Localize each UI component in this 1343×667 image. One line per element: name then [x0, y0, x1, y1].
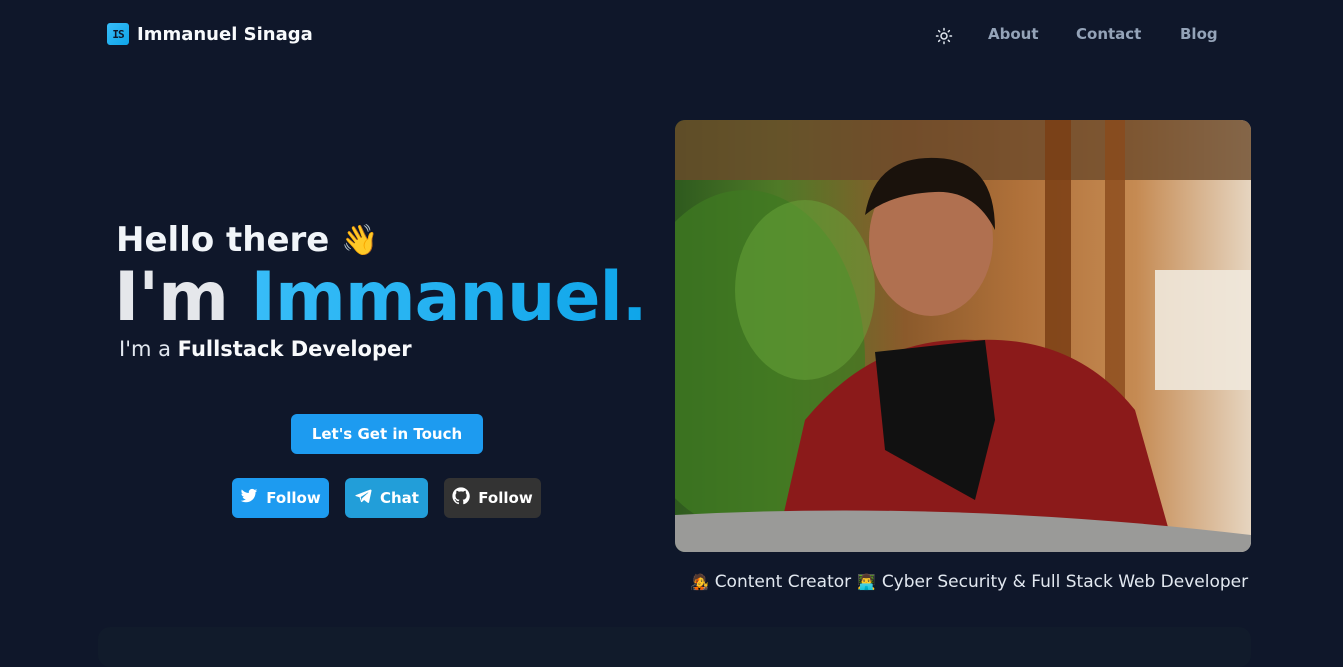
- twitter-follow-button[interactable]: Follow: [232, 478, 329, 518]
- brand-name: Immanuel Sinaga: [137, 23, 313, 45]
- telegram-icon: [354, 487, 372, 509]
- telegram-chat-button[interactable]: Chat: [345, 478, 428, 518]
- role-title: Fullstack Developer: [177, 337, 412, 361]
- caption-developer: Cyber Security & Full Stack Web Develope…: [881, 572, 1249, 592]
- role-line: I'm a Fullstack Developer: [119, 337, 412, 361]
- greeting-text: Hello there: [116, 220, 330, 260]
- github-follow-label: Follow: [478, 489, 533, 507]
- get-in-touch-button[interactable]: Let's Get in Touch: [291, 414, 483, 454]
- profile-photo: [675, 120, 1251, 552]
- github-follow-button[interactable]: Follow: [444, 478, 541, 518]
- navbar: IS Immanuel Sinaga About Contact Blog: [0, 0, 1343, 72]
- twitter-follow-label: Follow: [266, 489, 321, 507]
- github-icon: [452, 487, 471, 509]
- brand-logo-icon: IS: [107, 23, 129, 45]
- twitter-icon: [240, 487, 258, 509]
- nav-link-contact[interactable]: Contact: [1076, 25, 1141, 43]
- next-section-card: [98, 627, 1251, 667]
- profile-caption: 🧑‍🎤 Content Creator 👨‍💻 Cyber Security &…: [690, 572, 1248, 592]
- developer-icon: 👨‍💻: [857, 573, 876, 591]
- sun-icon[interactable]: [935, 27, 953, 45]
- telegram-chat-label: Chat: [380, 489, 419, 507]
- content-creator-icon: 🧑‍🎤: [690, 573, 709, 591]
- nav-link-about[interactable]: About: [988, 25, 1039, 43]
- brand[interactable]: IS Immanuel Sinaga: [107, 23, 313, 45]
- greeting: Hello there 👋: [116, 220, 379, 260]
- headline-prefix: I'm: [114, 258, 251, 337]
- headline-name: Immanuel.: [250, 258, 648, 337]
- role-prefix: I'm a: [119, 337, 178, 361]
- headline: I'm Immanuel.: [114, 258, 648, 337]
- nav-link-blog[interactable]: Blog: [1180, 25, 1218, 43]
- waving-hand-icon: 👋: [341, 222, 379, 258]
- caption-content-creator: Content Creator: [714, 572, 852, 592]
